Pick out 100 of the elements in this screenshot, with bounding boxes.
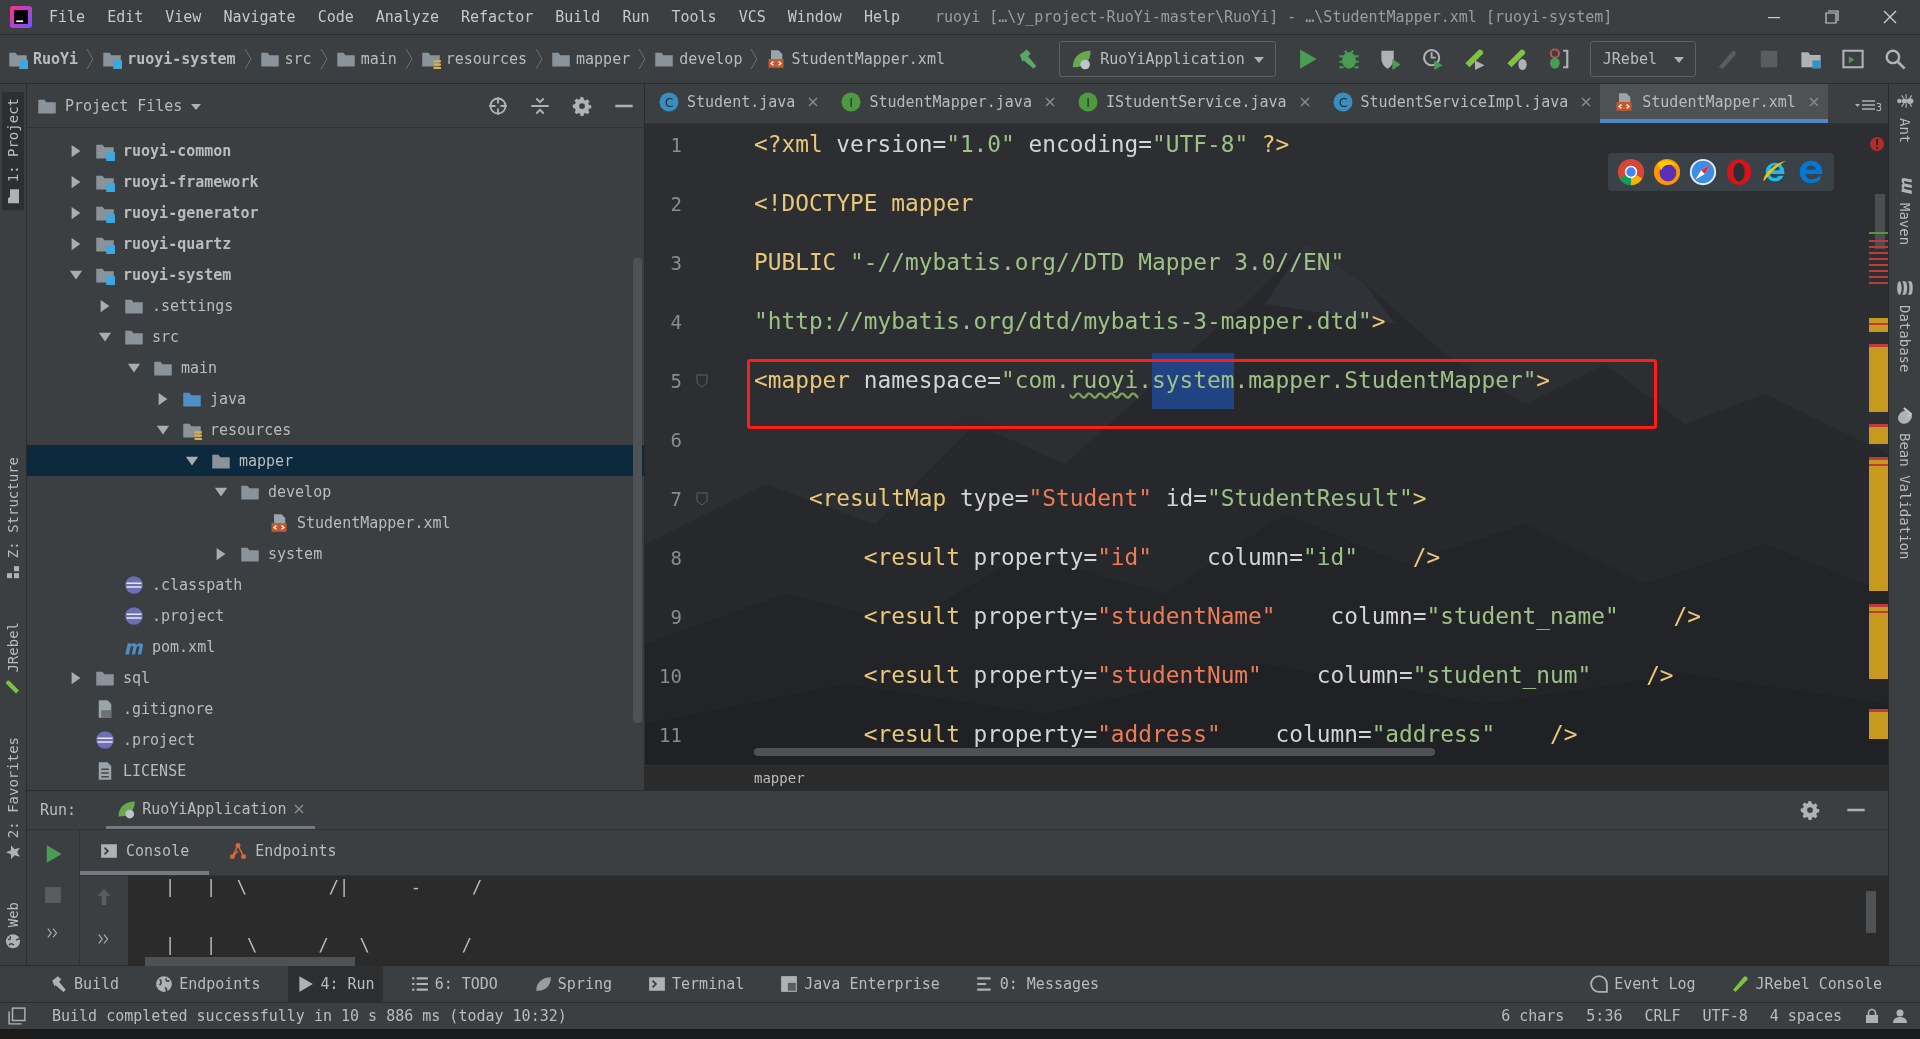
triangle-right-icon[interactable] [156,391,170,406]
run-configuration-dropdown[interactable]: RuoYiApplication [1059,41,1276,77]
menu-item[interactable]: Navigate [212,8,307,26]
browser-icon[interactable] [1652,157,1682,187]
close-icon[interactable] [1882,9,1898,25]
triangle-right-icon[interactable] [69,205,83,220]
tree-item[interactable]: ruoyi-quartz [27,228,644,259]
menu-item[interactable]: Window [776,8,853,26]
breadcrumb-item[interactable]: develop [652,47,745,71]
tool-window-button[interactable]: Java Enterprise [772,966,948,1002]
tree-item[interactable]: system [27,538,644,569]
tool-window-button[interactable]: Event Log [1582,966,1704,1002]
tree-item[interactable]: ruoyi-common [27,135,644,166]
tool-window-button[interactable]: 6: TODO [402,966,506,1002]
tool-window-button[interactable]: JRebel [2,615,24,701]
tool-window-button[interactable]: Ant [1893,90,1916,146]
menu-item[interactable]: Tools [660,8,728,26]
window-icon[interactable] [1842,48,1864,70]
tree-item[interactable]: ruoyi-generator [27,197,644,228]
menu-item[interactable]: Analyze [364,8,450,26]
jrebel-dropdown[interactable]: JRebel [1589,41,1696,77]
tool-window-button[interactable]: JRebel Console [1723,966,1890,1002]
tool-window-button[interactable]: Spring [525,966,621,1002]
tree-item[interactable]: StudentMapper.xml [27,507,644,538]
lock-icon[interactable] [1864,1008,1880,1024]
editor-tab[interactable]: StudentMapper.xml [1600,84,1828,123]
scrollbar-thumb[interactable] [145,957,355,966]
tree-item[interactable]: main [27,352,644,383]
tree-item[interactable]: src [27,321,644,352]
status-item[interactable]: CRLF [1644,1007,1681,1025]
editor-tab[interactable]: I IStudentService.java [1063,84,1319,123]
close-icon[interactable] [292,802,305,815]
tree-item[interactable]: ruoyi-system [27,259,644,290]
close-icon[interactable] [1043,95,1056,108]
fold-marker-icon[interactable] [696,373,708,388]
view-selector[interactable]: Project Files [37,95,203,116]
crosshair-icon[interactable] [488,95,508,116]
scrollbar-thumb[interactable] [633,258,642,723]
browser-icon[interactable] [1616,157,1646,187]
breadcrumb-item[interactable]: ruoyi-system [100,47,238,71]
status-item[interactable]: 6 chars [1501,1007,1565,1025]
breadcrumb-item[interactable]: RuoYi [6,47,81,71]
menu-item[interactable]: Build [544,8,612,26]
tree-item[interactable]: ruoyi-framework [27,166,644,197]
tool-window-button[interactable]: 1: Project [2,92,24,211]
bug-stop-icon[interactable] [1547,48,1570,70]
tree-item[interactable]: resources [27,414,644,445]
menu-item[interactable]: View [154,8,213,26]
tool-window-button[interactable]: 2: Favorites [2,730,24,866]
panel-toggle-icon[interactable] [8,1007,26,1025]
status-item[interactable]: 5:36 [1586,1007,1623,1025]
menu-item[interactable]: File [38,8,97,26]
tool-window-button[interactable]: Z: Structure [2,450,24,586]
tree-item[interactable]: mapper [27,445,644,476]
tree-item[interactable]: .classpath [27,569,644,600]
fold-marker-icon[interactable] [696,491,708,506]
tool-window-button[interactable]: 4: Run [288,966,383,1002]
menu-item[interactable]: Help [852,8,912,26]
settings-icon[interactable] [572,95,592,116]
search-icon[interactable] [1884,48,1906,70]
editor-tab[interactable]: C Student.java [645,84,828,123]
tree-item[interactable]: .project [27,600,644,631]
tool-window-button[interactable]: Maven [1893,175,1916,248]
run-tab[interactable]: RuoYiApplication [106,791,315,829]
double-chevron-icon[interactable] [97,932,111,946]
close-icon[interactable] [1580,95,1593,108]
bug-icon[interactable] [1337,48,1360,70]
triangle-right-icon[interactable] [69,143,83,158]
triangle-right-icon[interactable] [69,174,83,189]
tree-item[interactable]: develop [27,476,644,507]
tool-window-button[interactable]: Database [1893,277,1916,375]
tool-window-button[interactable]: Endpoints [147,966,269,1002]
tree-item[interactable]: pom.xml [27,631,644,662]
breadcrumb-item[interactable]: StudentMapper.xml [764,47,947,71]
triangle-right-icon[interactable] [98,298,112,313]
tool-window-button[interactable]: Terminal [640,966,753,1002]
tree-item[interactable]: .gitignore [27,693,644,724]
breadcrumb-item[interactable]: src [257,47,314,71]
triangle-right-icon[interactable] [69,670,83,685]
settings-icon[interactable] [1800,800,1820,820]
breadcrumb-item[interactable]: mapper [754,770,805,786]
breadcrumb-item[interactable]: mapper [549,47,633,71]
close-icon[interactable] [807,95,820,108]
menu-item[interactable]: Code [306,8,365,26]
tree-item[interactable]: LICENSE [27,755,644,786]
editor-tab[interactable]: I StudentMapper.java [827,84,1064,123]
scrollbar-thumb[interactable] [1866,891,1876,933]
close-icon[interactable] [1298,95,1311,108]
triangle-right-icon[interactable] [214,546,228,561]
tree-item[interactable]: java [27,383,644,414]
browser-icon[interactable] [1688,157,1718,187]
triangle-right-icon[interactable] [69,236,83,251]
breadcrumb-item[interactable]: resources [418,47,530,71]
editor-tab[interactable]: C StudentServiceImpl.java [1318,84,1601,123]
tree-item[interactable]: .project [27,724,644,755]
tree-item[interactable]: sql [27,662,644,693]
menu-item[interactable]: Edit [96,8,155,26]
breadcrumb-item[interactable]: main [333,47,399,71]
person-icon[interactable] [1892,1008,1908,1024]
clock-run-icon[interactable] [1421,48,1444,70]
